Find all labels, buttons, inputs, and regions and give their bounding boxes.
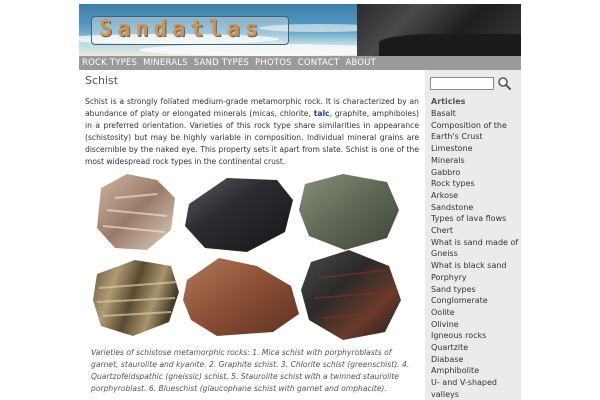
article-link[interactable]: Minerals	[431, 156, 465, 165]
article-list-item: What is sand made of	[431, 237, 521, 249]
article-list-item: Diabase	[431, 354, 521, 366]
article-list-item: Porphyry	[431, 272, 521, 284]
site-logo[interactable]: Sandatlas	[99, 17, 263, 42]
article-list-item: What is black sand	[431, 260, 521, 272]
search-input[interactable]	[430, 77, 494, 90]
rock-sample-5	[183, 258, 299, 336]
nav-about[interactable]: ABOUT	[345, 56, 376, 70]
nav-photos[interactable]: PHOTOS	[255, 56, 292, 70]
header-banner: Sandatlas	[79, 4, 521, 56]
article-list-item: Arkose	[431, 190, 521, 202]
page-title: Schist	[85, 74, 119, 87]
article-link[interactable]: Sandstone	[431, 203, 473, 212]
article-list-item: Amphibolite	[431, 365, 521, 377]
nav-sand-types[interactable]: SAND TYPES	[194, 56, 249, 70]
photo-caption: Varieties of schistose metamorphic rocks…	[91, 348, 410, 393]
article-list-item: Igneous rocks	[431, 330, 521, 342]
rock-sample-2	[185, 178, 293, 252]
articles-list: Basalt Composition of the Earth's Crust Lim…	[431, 108, 521, 400]
rock-sample-3	[299, 174, 399, 250]
article-link[interactable]: Composition of the	[431, 121, 507, 130]
search-icon[interactable]	[497, 76, 511, 90]
nav-contact[interactable]: CONTACT	[298, 56, 340, 70]
article-link[interactable]: Amphibolite	[431, 366, 479, 375]
article-link[interactable]: Igneous rocks	[431, 331, 486, 340]
articles-heading: Articles	[431, 97, 466, 106]
article-link[interactable]: What is sand made of	[431, 238, 518, 247]
article-link[interactable]: Limestone	[431, 144, 473, 153]
article-link[interactable]: What is black sand	[431, 261, 507, 270]
article-intro: Schist is a strongly foliated medium-gra…	[85, 96, 419, 168]
article-link[interactable]: Olivine	[431, 320, 459, 329]
article-list-item: Minerals	[431, 155, 521, 167]
main-nav: ROCK TYPES MINERALS SAND TYPES PHOTOS CO…	[79, 56, 521, 70]
article-link[interactable]: Quartzite	[431, 343, 468, 352]
article-list-item: Earth's Crust	[431, 131, 521, 143]
article-list-item: Gneiss	[431, 248, 521, 260]
article-link[interactable]: Chert	[431, 226, 453, 235]
coastal-rocks-image	[379, 34, 521, 56]
nav-rock-types[interactable]: ROCK TYPES	[82, 56, 137, 70]
article-link[interactable]: U- and V-shaped	[431, 378, 497, 387]
article-link[interactable]: Sand types	[431, 285, 476, 294]
page: Sandatlas ROCK TYPES MINERALS SAND TYPES…	[79, 0, 521, 400]
nav-minerals[interactable]: MINERALS	[143, 56, 188, 70]
article-link[interactable]: Gneiss	[431, 249, 458, 258]
article-list-item: Olivine	[431, 319, 521, 331]
article-link[interactable]: Oolite	[431, 308, 455, 317]
article-list-item: Conglomerate	[431, 295, 521, 307]
main-content: Schist Schist is a strongly foliated med…	[79, 70, 419, 400]
article-link[interactable]: valleys	[431, 390, 459, 399]
article-list-item: Rock types	[431, 178, 521, 190]
article-link[interactable]: Diabase	[431, 355, 463, 364]
article-list-item: Sandstone	[431, 202, 521, 214]
sidebar: Articles Basalt Composition of the Earth's…	[425, 70, 521, 400]
article-link[interactable]: Conglomerate	[431, 296, 488, 305]
article-link[interactable]: Rock types	[431, 179, 475, 188]
talc-link[interactable]: talc	[314, 109, 330, 118]
article-list-item: U- and V-shaped	[431, 377, 521, 389]
article-link[interactable]: Basalt	[431, 109, 456, 118]
article-list-item: Chert	[431, 225, 521, 237]
article-list-item: Gabbro	[431, 167, 521, 179]
article-link[interactable]: Earth's Crust	[431, 132, 483, 141]
article-list-item: Quartzite	[431, 342, 521, 354]
article-link[interactable]: Types of lava flows	[431, 214, 506, 223]
article-list-item: Oolite	[431, 307, 521, 319]
article-list-item: Basalt	[431, 108, 521, 120]
article-link[interactable]: Porphyry	[431, 273, 467, 282]
article-list-item: Limestone	[431, 143, 521, 155]
article-list-item: Composition of the	[431, 120, 521, 132]
schist-samples-photo	[93, 174, 401, 340]
article-link[interactable]: Gabbro	[431, 168, 460, 177]
article-list-item: Types of lava flows	[431, 213, 521, 225]
article-list-item: valleys	[431, 389, 521, 400]
article-list-item: Sand types	[431, 284, 521, 296]
article-link[interactable]: Arkose	[431, 191, 458, 200]
